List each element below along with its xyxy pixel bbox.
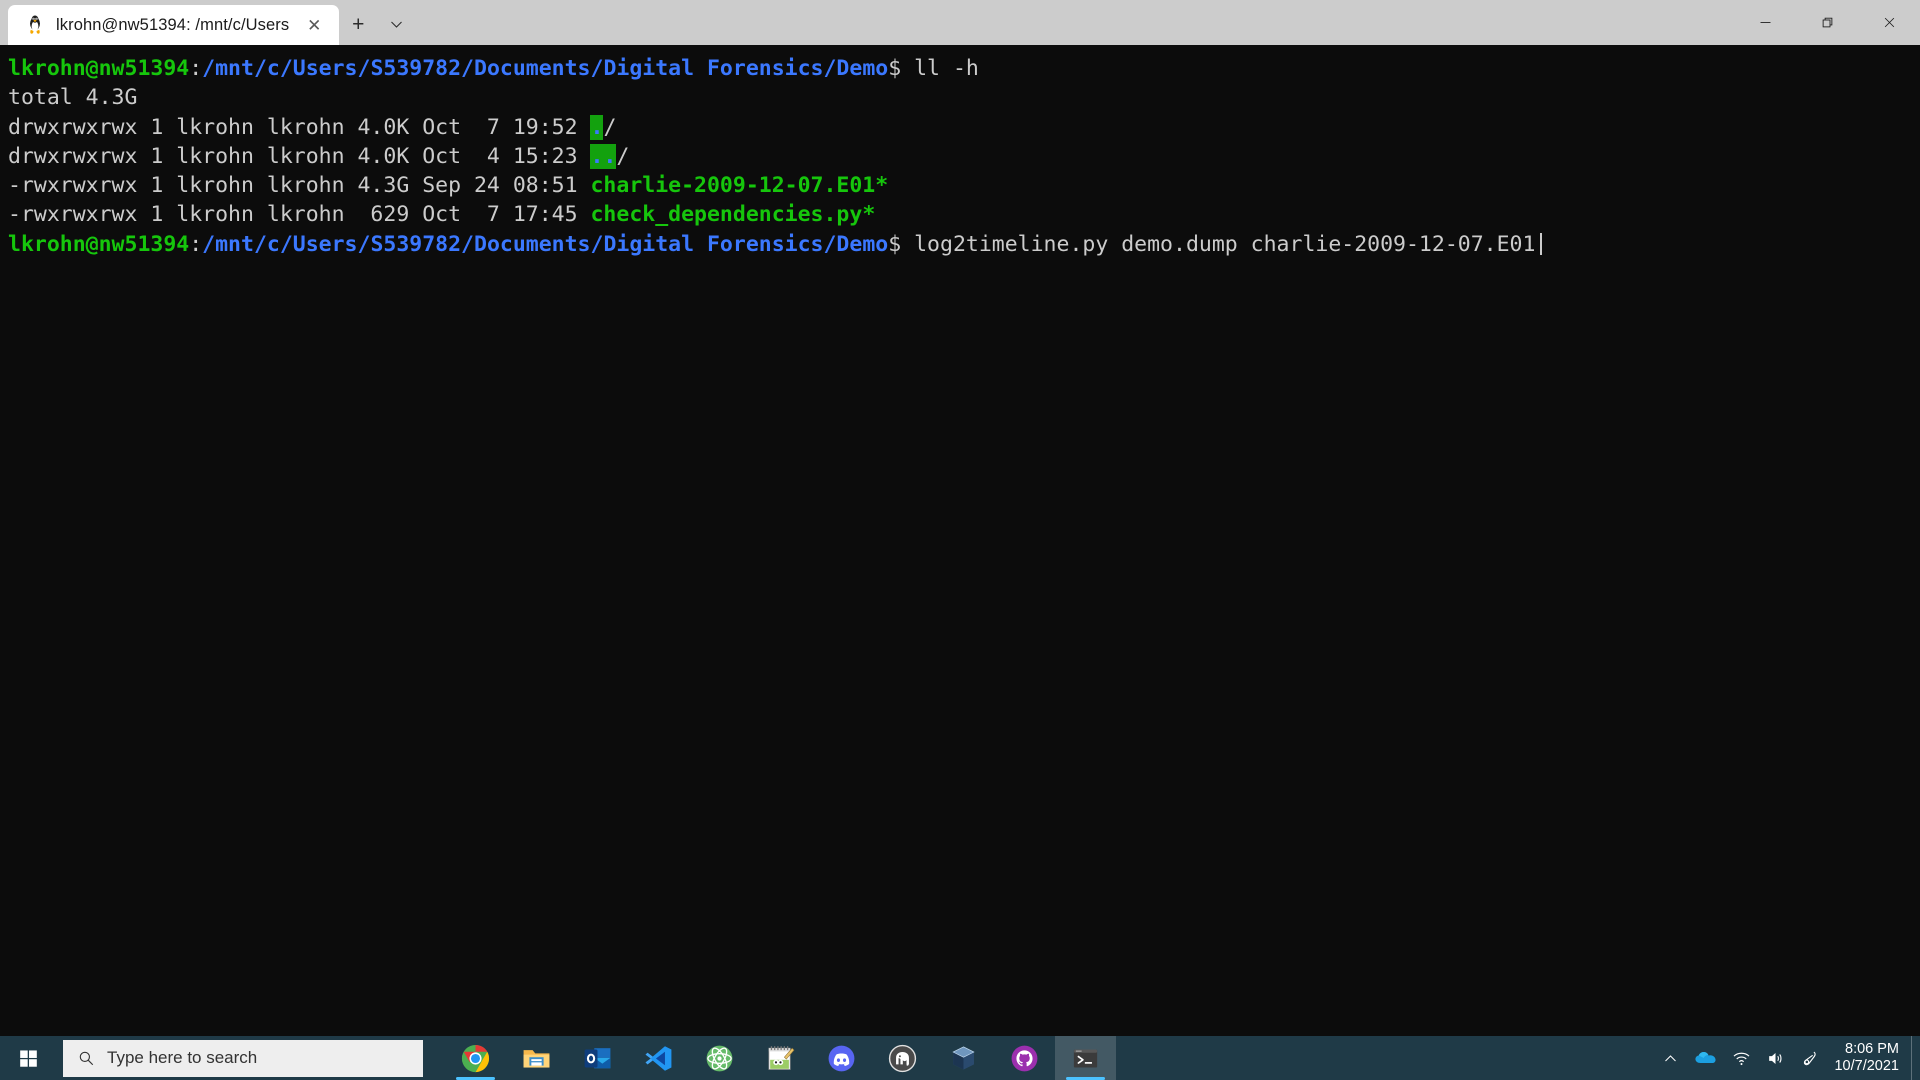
prompt-user-host: lkrohn@nw51394 (8, 231, 190, 257)
taskbar-item-github-desktop[interactable] (994, 1036, 1055, 1080)
listing-metadata: -rwxrwxrwx 1 lkrohn lkrohn 4.3G Sep 24 0… (8, 173, 591, 199)
prompt-symbol: $ (888, 56, 902, 81)
tux-penguin-icon (24, 14, 46, 36)
minimize-icon (1760, 22, 1770, 23)
listing-metadata: drwxrwxrwx 1 lkrohn lkrohn 4.0K Oct 7 19… (8, 114, 591, 140)
cloud-icon (1695, 1052, 1717, 1064)
window-title-bar: lkrohn@nw51394: /mnt/c/Users ✕ + (0, 0, 1920, 45)
terminal-prompt-line: lkrohn@nw51394:/mnt/c/Users/S539782/Docu… (8, 230, 1920, 259)
prompt-colon: : (189, 56, 203, 81)
prompt-user-host: lkrohn@nw51394 (8, 56, 190, 81)
windows-terminal-icon (1073, 1048, 1098, 1068)
vscode-icon (645, 1045, 672, 1071)
mamp-elephant-icon (888, 1044, 917, 1072)
new-tab-button[interactable]: + (339, 5, 377, 43)
window-controls (1734, 0, 1920, 45)
close-icon (1884, 17, 1894, 28)
listing-name: . (590, 114, 604, 140)
listing-suffix: * (875, 173, 889, 199)
restore-button[interactable] (1796, 0, 1858, 45)
network-tray-icon[interactable] (1724, 1036, 1758, 1080)
listing-suffix: / (603, 114, 617, 140)
prompt-path: /mnt/c/Users/S539782/Documents/Digital F… (202, 56, 889, 81)
terminal-tab[interactable]: lkrohn@nw51394: /mnt/c/Users ✕ (8, 5, 340, 45)
system-tray: 8:06 PM 10/7/2021 (1653, 1036, 1920, 1080)
terminal-output[interactable]: lkrohn@nw51394:/mnt/c/Users/S539782/Docu… (0, 45, 1920, 1036)
pen-menu-tray-icon[interactable] (1792, 1036, 1826, 1080)
discord-icon (828, 1045, 855, 1071)
show-desktop-button[interactable] (1911, 1036, 1920, 1080)
tab-title: lkrohn@nw51394: /mnt/c/Users (56, 15, 290, 34)
notepad-icon (768, 1045, 795, 1070)
taskbar-item-virtualbox[interactable] (933, 1036, 994, 1080)
terminal-command: ll -h (901, 56, 979, 81)
taskbar-item-chrome[interactable] (445, 1036, 506, 1080)
show-hidden-icons-button[interactable] (1653, 1036, 1687, 1080)
listing-suffix: / (616, 143, 630, 169)
terminal-cursor (1540, 232, 1543, 255)
listing-name: check_dependencies.py (590, 202, 863, 228)
chrome-icon (461, 1044, 490, 1072)
listing-name: .. (590, 143, 617, 169)
terminal-prompt-line: lkrohn@nw51394:/mnt/c/Users/S539782/Docu… (8, 54, 1920, 83)
taskbar-item-mamp[interactable] (872, 1036, 933, 1080)
start-button[interactable] (0, 1036, 57, 1080)
taskbar-item-outlook[interactable] (567, 1036, 628, 1080)
taskbar-item-discord[interactable] (811, 1036, 872, 1080)
clock-date: 10/7/2021 (1834, 1058, 1899, 1074)
restore-icon (1822, 17, 1832, 28)
taskbar-item-file-explorer[interactable] (506, 1036, 567, 1080)
file-listing-row: -rwxrwxrwx 1 lkrohn lkrohn 4.3G Sep 24 0… (8, 171, 1920, 200)
virtualbox-icon (952, 1045, 975, 1069)
taskbar-pinned-apps (445, 1036, 1116, 1080)
listing-metadata: -rwxrwxrwx 1 lkrohn lkrohn 629 Oct 7 17:… (8, 202, 591, 228)
volume-tray-icon[interactable] (1758, 1036, 1792, 1080)
prompt-path: /mnt/c/Users/S539782/Documents/Digital F… (202, 231, 889, 257)
listing-suffix: * (862, 202, 876, 228)
onedrive-tray-icon[interactable] (1687, 1036, 1724, 1080)
chevron-down-icon (390, 21, 402, 28)
terminal-text: total 4.3G (8, 85, 138, 111)
search-icon (79, 1051, 94, 1066)
taskbar-item-atom[interactable] (689, 1036, 750, 1080)
prompt-colon: : (189, 231, 203, 257)
listing-metadata: drwxrwxrwx 1 lkrohn lkrohn 4.0K Oct 4 15… (8, 143, 591, 169)
file-explorer-icon (523, 1049, 550, 1068)
pen-icon (1803, 1051, 1816, 1065)
search-placeholder: Type here to search (107, 1048, 258, 1067)
windows-logo-icon (20, 1049, 37, 1067)
taskbar-item-windows-terminal[interactable] (1055, 1036, 1116, 1080)
terminal-output-line: total 4.3G (8, 83, 1920, 112)
windows-taskbar: Type here to search 8:06 PM 10/7/2021 (0, 1036, 1920, 1080)
tab-strip: lkrohn@nw51394: /mnt/c/Users ✕ + (0, 0, 415, 45)
speaker-icon (1769, 1052, 1782, 1064)
prompt-symbol: $ (888, 231, 902, 257)
close-tab-icon[interactable]: ✕ (299, 10, 329, 40)
listing-name: charlie-2009-12-07.E01 (590, 173, 876, 199)
minimize-button[interactable] (1734, 0, 1796, 45)
close-window-button[interactable] (1858, 0, 1920, 45)
search-input[interactable]: Type here to search (63, 1039, 423, 1077)
outlook-icon (584, 1047, 611, 1068)
chevron-up-icon (1665, 1054, 1676, 1061)
github-icon (1011, 1045, 1038, 1071)
taskbar-clock[interactable]: 8:06 PM 10/7/2021 (1826, 1036, 1911, 1080)
file-listing-row: -rwxrwxrwx 1 lkrohn lkrohn 629 Oct 7 17:… (8, 200, 1920, 229)
wifi-icon (1733, 1052, 1750, 1065)
file-listing-row: drwxrwxrwx 1 lkrohn lkrohn 4.0K Oct 4 15… (8, 142, 1920, 171)
window-drag-region (415, 0, 1734, 45)
file-listing-row: drwxrwxrwx 1 lkrohn lkrohn 4.0K Oct 7 19… (8, 113, 1920, 142)
terminal-command: log2timeline.py demo.dump charlie-2009-1… (901, 231, 1536, 257)
taskbar-item-notepad[interactable] (750, 1036, 811, 1080)
tab-dropdown-button[interactable] (377, 5, 415, 43)
taskbar-item-vscode[interactable] (628, 1036, 689, 1080)
atom-icon (706, 1045, 733, 1071)
clock-time: 8:06 PM (1845, 1041, 1899, 1057)
